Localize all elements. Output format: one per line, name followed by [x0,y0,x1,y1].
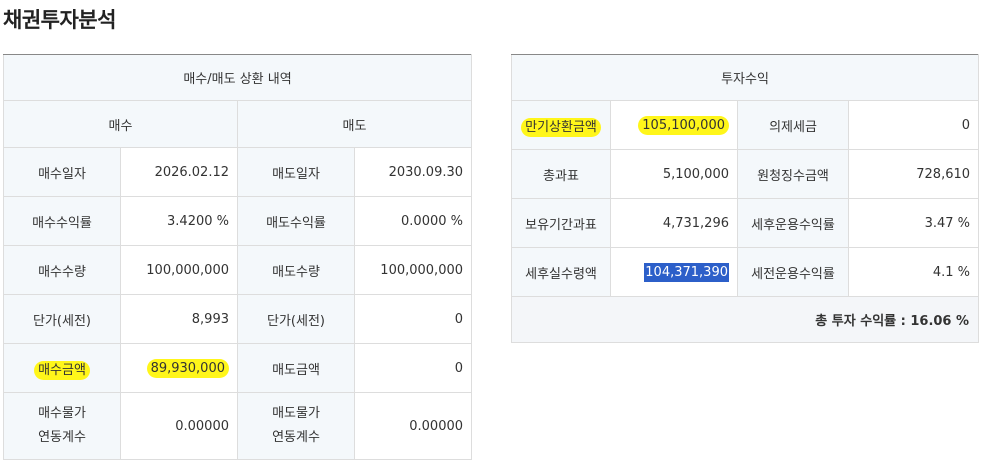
buy-sell-table: 매수/매도 상환 내역 매수 매도 매수일자 2026.02.12 매도일자 2… [2,54,473,460]
buy-index-ratio-label-line1: 매수물가 [38,406,86,421]
investment-return-title: 투자수익 [510,54,980,101]
sell-index-ratio-label-line1: 매도물가 [272,406,320,421]
total-return-text: 총 투자 수익률 : 16.06 % [510,296,980,343]
deemed-tax-value: 0 [847,100,980,150]
withholding-tax-value: 728,610 [847,149,980,199]
maturity-amount-label-highlight: 만기상환금액 [521,117,601,137]
table-row: 보유기간과표 4,731,296 세후운용수익률 3.47 % [511,198,980,248]
maturity-amount-value-highlight: 105,100,000 [638,115,729,135]
after-tax-yield-label: 세후운용수익률 [737,198,849,248]
holding-period-tax-base-label: 보유기간과표 [511,198,611,248]
table-row: 매수금액 89,930,000 매도금액 0 [3,343,473,393]
sell-yield-value: 0.0000 % [353,196,473,246]
buy-date-value: 2026.02.12 [120,147,238,197]
sell-yield-label: 매도수익률 [237,196,355,246]
net-receipt-value: 104,371,390 [610,247,738,297]
holding-period-tax-base-value: 4,731,296 [610,198,738,248]
sell-amount-value: 0 [353,343,473,393]
buy-amount-value: 89,930,000 [120,343,238,393]
table-row: 총과표 5,100,000 원청징수금액 728,610 [511,149,980,199]
buy-index-ratio-label: 매수물가 연동계수 [3,392,121,460]
withholding-tax-label: 원청징수금액 [737,149,849,199]
buy-sell-section-title: 매수/매도 상환 내역 [2,54,473,101]
table-row: 단가(세전) 8,993 단가(세전) 0 [3,294,473,344]
buy-amount-label: 매수금액 [3,343,121,393]
buy-date-label: 매수일자 [3,147,121,197]
table-row: 만기상환금액 105,100,000 의제세금 0 [511,100,980,150]
deemed-tax-label: 의제세금 [737,100,849,150]
buy-quantity-label: 매수수량 [3,245,121,295]
table-row: 매수물가 연동계수 0.00000 매도물가 연동계수 0.00000 [3,392,473,460]
buy-yield-label: 매수수익률 [3,196,121,246]
net-receipt-label: 세후실수령액 [511,247,611,297]
maturity-amount-value: 105,100,000 [610,100,738,150]
buy-amount-label-highlight: 매수금액 [34,360,90,380]
buy-unit-price-value: 8,993 [120,294,238,344]
buy-quantity-value: 100,000,000 [120,245,238,295]
buy-yield-value: 3.4200 % [120,196,238,246]
maturity-amount-label: 만기상환금액 [511,100,611,150]
sell-index-ratio-value: 0.00000 [353,392,473,460]
sell-index-ratio-label-line2: 연동계수 [272,430,320,445]
sell-header: 매도 [236,100,473,148]
sell-unit-price-value: 0 [353,294,473,344]
buy-amount-value-highlight: 89,930,000 [146,358,229,378]
sell-date-label: 매도일자 [237,147,355,197]
table-row: 매수수익률 3.4200 % 매도수익률 0.0000 % [3,196,473,246]
investment-return-table: 투자수익 만기상환금액 105,100,000 의제세금 0 총과표 5,100… [510,54,980,343]
table-row: 매수일자 2026.02.12 매도일자 2030.09.30 [3,147,473,197]
buy-header: 매수 [3,100,238,148]
after-tax-yield-value: 3.47 % [847,198,980,248]
sell-quantity-label: 매도수량 [237,245,355,295]
pre-tax-yield-value: 4.1 % [847,247,980,297]
table-row: 세후실수령액 104,371,390 세전운용수익률 4.1 % [511,247,980,297]
total-tax-base-value: 5,100,000 [610,149,738,199]
pre-tax-yield-label: 세전운용수익률 [737,247,849,297]
page-title: 채권투자분석 [3,8,116,32]
sell-date-value: 2030.09.30 [353,147,473,197]
buy-index-ratio-value: 0.00000 [120,392,238,460]
table-row: 매수수량 100,000,000 매도수량 100,000,000 [3,245,473,295]
total-tax-base-label: 총과표 [511,149,611,199]
sell-quantity-value: 100,000,000 [353,245,473,295]
buy-index-ratio-label-line2: 연동계수 [38,430,86,445]
buy-unit-price-label: 단가(세전) [3,294,121,344]
net-receipt-value-selected[interactable]: 104,371,390 [644,262,729,282]
sell-amount-label: 매도금액 [237,343,355,393]
sell-unit-price-label: 단가(세전) [237,294,355,344]
sell-index-ratio-label: 매도물가 연동계수 [237,392,355,460]
